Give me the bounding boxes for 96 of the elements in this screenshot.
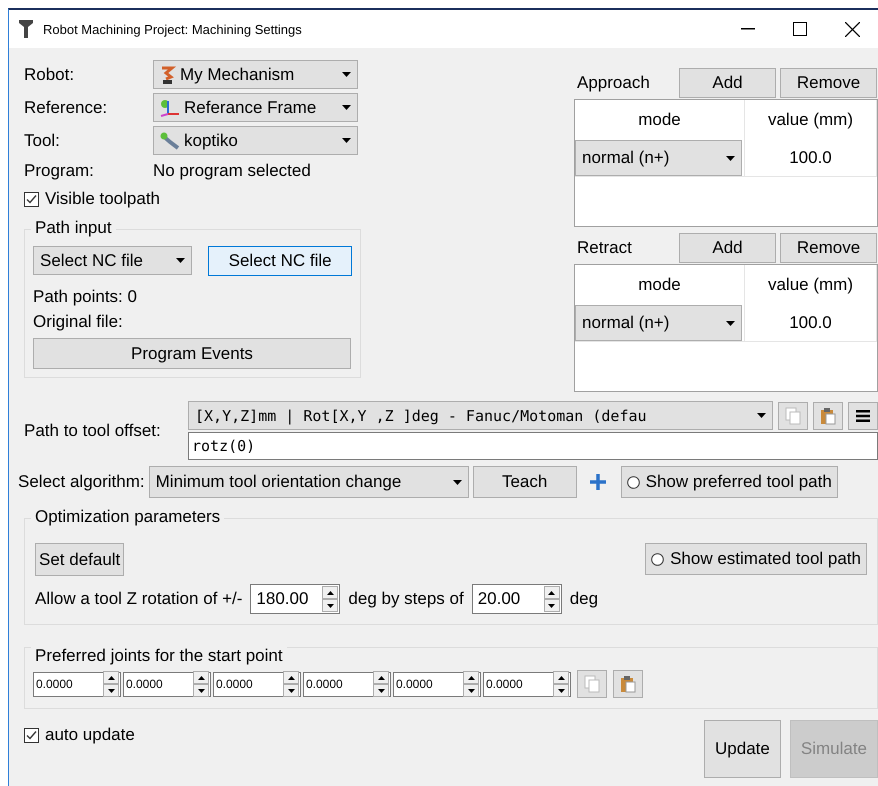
joint-spinbox[interactable]: 0.0000: [303, 672, 391, 696]
teach-button[interactable]: Teach: [472, 466, 577, 498]
spin-down-icon[interactable]: [373, 684, 389, 697]
spin-down-icon[interactable]: [283, 684, 299, 697]
spin-down-icon[interactable]: [544, 599, 560, 612]
set-default-button[interactable]: Set default: [35, 543, 124, 576]
program-events-button[interactable]: Program Events: [33, 338, 351, 369]
add-button[interactable]: Add: [679, 68, 776, 98]
mode-dropdown[interactable]: normal (n+): [575, 140, 742, 176]
group-title: Preferred joints for the start point: [31, 646, 287, 666]
caret-icon: [342, 72, 351, 77]
menu-button[interactable]: [848, 402, 878, 430]
spin-up-icon[interactable]: [322, 586, 338, 599]
algorithm-dropdown[interactable]: Minimum tool orientation change: [148, 466, 469, 498]
spin-down-icon[interactable]: [193, 684, 209, 697]
coordinate-frame-icon: [160, 98, 180, 116]
plus-icon[interactable]: [588, 473, 607, 491]
copy-icon: [785, 406, 801, 424]
spin-down-icon[interactable]: [463, 684, 479, 697]
joint-spinbox[interactable]: 0.0000: [33, 672, 121, 696]
clipboard-icon: [620, 675, 636, 693]
spin-up-icon[interactable]: [373, 671, 389, 684]
remove-button[interactable]: Remove: [780, 232, 877, 262]
table-cell: 100.0: [744, 305, 876, 342]
source-dropdown[interactable]: Select NC file: [33, 246, 192, 275]
spin-down-icon[interactable]: [322, 599, 338, 612]
radio-button[interactable]: [626, 476, 640, 488]
column-header: value (mm): [744, 265, 876, 305]
minimize-icon: [741, 28, 755, 30]
offset-input[interactable]: rotz(0): [188, 432, 878, 460]
spin-up-icon[interactable]: [193, 671, 209, 684]
show-estimated-toggle[interactable]: Show estimated tool path: [645, 543, 867, 575]
paste-button[interactable]: [813, 402, 843, 430]
add-button[interactable]: Add: [679, 232, 776, 262]
field-label: Program:: [24, 161, 95, 181]
table-cell: 100.0: [744, 140, 876, 176]
tool-dropdown[interactable]: koptiko: [153, 126, 358, 155]
paste-button[interactable]: [613, 670, 643, 698]
caret-icon: [452, 480, 462, 484]
format-dropdown[interactable]: [X,Y,Z]mm | Rot[X,Y ,Z ]deg - Fanuc/Motoman (defau: [188, 401, 773, 430]
caret-icon: [176, 258, 186, 263]
tool-icon: [160, 132, 180, 150]
caret-icon: [726, 156, 735, 160]
group-title: Path input: [31, 218, 116, 238]
copy-icon: [584, 675, 600, 693]
caret-icon: [757, 413, 766, 418]
spin-up-icon[interactable]: [553, 671, 569, 684]
checkbox-label: auto update: [45, 725, 135, 745]
program-value: No program selected: [153, 161, 312, 181]
show-preferred-toggle[interactable]: Show preferred tool path: [620, 466, 838, 498]
action-button[interactable]: Update: [704, 720, 781, 778]
caret-icon: [726, 320, 735, 326]
checkbox[interactable]: [24, 728, 39, 742]
checkbox[interactable]: [24, 192, 39, 206]
spin-up-icon[interactable]: [283, 671, 299, 684]
spin-up-icon[interactable]: [103, 671, 119, 684]
mode-dropdown[interactable]: normal (n+): [575, 305, 742, 341]
group-title: Optimization parameters: [31, 507, 224, 527]
field-label: deg by steps of: [348, 589, 464, 609]
close-icon: [844, 22, 860, 36]
column-header: value (mm): [744, 100, 876, 140]
caret-icon: [342, 138, 351, 143]
window-title: Robot Machining Project: Machining Settings: [43, 22, 303, 36]
spin-down-icon[interactable]: [553, 684, 569, 697]
select-file-button[interactable]: Select NC file: [208, 246, 352, 276]
app-logo-icon: [19, 20, 33, 38]
field-label: Path to tool offset:: [24, 420, 162, 440]
section-title: Approach: [576, 72, 651, 92]
clipboard-icon: [820, 406, 836, 424]
path-points-text: Path points: 0: [33, 286, 138, 308]
joint-spinbox[interactable]: 0.0000: [393, 672, 481, 696]
radio-button[interactable]: [651, 552, 664, 566]
maximize-icon: [793, 22, 807, 36]
field-label: Select algorithm:: [18, 472, 145, 492]
rotation-spinbox[interactable]: 180.00: [250, 584, 340, 614]
menu-icon: [856, 410, 870, 422]
caret-icon: [342, 105, 351, 110]
robot-arm-icon: [160, 66, 176, 84]
spin-up-icon[interactable]: [544, 586, 560, 599]
remove-button[interactable]: Remove: [780, 68, 877, 98]
field-label: Allow a tool Z rotation of +/-: [35, 589, 242, 609]
field-label: Robot:: [24, 64, 76, 84]
robot-dropdown[interactable]: My Mechanism: [153, 60, 358, 89]
section-title: Retract: [576, 238, 633, 258]
joint-spinbox[interactable]: 0.0000: [213, 672, 301, 696]
joint-spinbox[interactable]: 0.0000: [483, 672, 571, 696]
frame-dropdown[interactable]: Referance Frame: [153, 93, 358, 122]
field-label: Tool:: [24, 130, 61, 150]
checkbox-label: Visible toolpath: [45, 189, 160, 209]
spin-down-icon[interactable]: [103, 684, 119, 697]
original-file-text: Original file:: [33, 310, 124, 332]
spin-up-icon[interactable]: [463, 671, 479, 684]
joint-spinbox[interactable]: 0.0000: [123, 672, 211, 696]
unit-label: deg: [570, 589, 598, 609]
step-spinbox[interactable]: 20.00: [472, 584, 562, 614]
field-label: Reference:: [24, 98, 108, 118]
